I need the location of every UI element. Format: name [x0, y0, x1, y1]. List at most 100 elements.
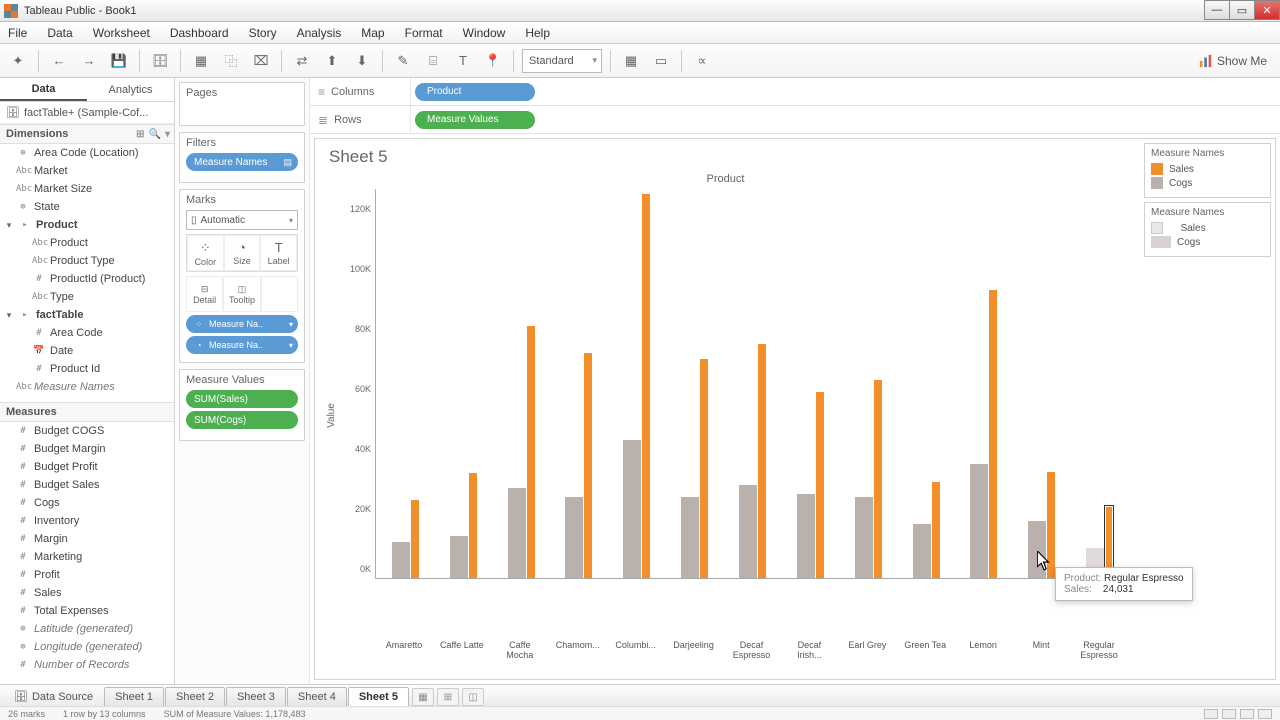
menu-dashboard[interactable]: Dashboard: [166, 24, 233, 42]
bar-sales-4[interactable]: [642, 194, 650, 578]
sheet-title[interactable]: Sheet 5: [323, 147, 1128, 167]
menu-format[interactable]: Format: [401, 24, 447, 42]
cards-button[interactable]: ▦: [619, 49, 643, 73]
view-nav-2[interactable]: [1222, 709, 1236, 719]
size-legend[interactable]: Measure Names Sales Cogs: [1144, 202, 1271, 257]
close-button[interactable]: ✕: [1254, 0, 1280, 20]
tab-analytics[interactable]: Analytics: [87, 78, 174, 101]
mv-pill-cogs[interactable]: SUM(Cogs): [186, 411, 298, 429]
datasource-row[interactable]: 🗄 factTable+ (Sample-Cof...: [0, 102, 174, 124]
color-legend[interactable]: Measure Names Sales Cogs: [1144, 143, 1271, 198]
pages-card[interactable]: Pages: [179, 82, 305, 126]
sort-asc-button[interactable]: ⬆: [320, 49, 344, 73]
bar-cogs-6[interactable]: [739, 485, 757, 578]
bar-sales-11[interactable]: [1047, 472, 1055, 579]
bar-cogs-3[interactable]: [565, 497, 583, 578]
presentation-button[interactable]: ▭: [649, 49, 673, 73]
menu-worksheet[interactable]: Worksheet: [89, 24, 154, 42]
field-market-size[interactable]: AbcMarket Size: [0, 180, 174, 198]
mark-pill-color[interactable]: ⁘Measure Na..▾: [186, 315, 298, 333]
tab-data[interactable]: Data: [0, 78, 87, 101]
menu-file[interactable]: File: [4, 24, 31, 42]
bar-sales-5[interactable]: [700, 359, 708, 578]
bar-sales-6[interactable]: [758, 344, 766, 578]
measure-margin[interactable]: #Margin: [0, 530, 174, 548]
text-button[interactable]: T: [451, 49, 475, 73]
bar-sales-3[interactable]: [584, 353, 592, 578]
measure-inventory[interactable]: #Inventory: [0, 512, 174, 530]
field-date[interactable]: 📅Date: [0, 342, 174, 360]
menu-window[interactable]: Window: [459, 24, 510, 42]
filter-pill-measure-names[interactable]: Measure Names▤: [186, 153, 298, 171]
field-measure-names[interactable]: AbcMeasure Names: [0, 378, 174, 396]
filters-card[interactable]: Filters Measure Names▤: [179, 132, 305, 183]
mark-color-button[interactable]: ⁘Color: [187, 235, 224, 271]
menu-data[interactable]: Data: [43, 24, 76, 42]
measure-total-expenses[interactable]: #Total Expenses: [0, 602, 174, 620]
tableau-icon[interactable]: ✦: [6, 49, 30, 73]
bar-cogs-0[interactable]: [392, 542, 410, 578]
field-productid-product-[interactable]: #ProductId (Product): [0, 270, 174, 288]
bar-sales-1[interactable]: [469, 473, 477, 578]
mark-detail-button[interactable]: ⊟Detail: [186, 276, 223, 312]
menu-analysis[interactable]: Analysis: [293, 24, 346, 42]
measure-marketing[interactable]: #Marketing: [0, 548, 174, 566]
field-product-type[interactable]: AbcProduct Type: [0, 252, 174, 270]
new-datasource-button[interactable]: 🗄: [148, 49, 172, 73]
field-product-id[interactable]: #Product Id: [0, 360, 174, 378]
menu-help[interactable]: Help: [521, 24, 554, 42]
field-facttable[interactable]: ▾▸factTable: [0, 306, 174, 324]
share-button[interactable]: ∝: [690, 49, 714, 73]
tab-sheet-5[interactable]: Sheet 5: [348, 687, 409, 706]
columns-shelf[interactable]: ≡Columns Product: [310, 78, 1280, 106]
mark-size-button[interactable]: ◔Size: [224, 235, 261, 271]
pin-button[interactable]: 📍: [481, 49, 505, 73]
new-worksheet-button[interactable]: ▦: [189, 49, 213, 73]
bar-cogs-11[interactable]: [1028, 521, 1046, 578]
field-market[interactable]: AbcMarket: [0, 162, 174, 180]
bar-sales-2[interactable]: [527, 326, 535, 578]
field-type[interactable]: AbcType: [0, 288, 174, 306]
search-icon[interactable]: 🔍: [149, 129, 161, 140]
bar-sales-9[interactable]: [932, 482, 940, 578]
bar-cogs-9[interactable]: [913, 524, 931, 578]
view-icon[interactable]: ⊞: [136, 129, 144, 140]
mark-label-button[interactable]: TLabel: [260, 235, 297, 271]
bar-sales-10[interactable]: [989, 290, 997, 578]
bar-sales-0[interactable]: [411, 500, 419, 578]
measure-sales[interactable]: #Sales: [0, 584, 174, 602]
chart-plot[interactable]: [375, 189, 1128, 579]
measure-budget-cogs[interactable]: #Budget COGS: [0, 422, 174, 440]
bar-sales-7[interactable]: [816, 392, 824, 578]
bar-cogs-4[interactable]: [623, 440, 641, 578]
field-area-code-location-[interactable]: ⊕Area Code (Location): [0, 144, 174, 162]
field-area-code[interactable]: #Area Code: [0, 324, 174, 342]
field-state[interactable]: ⊕State: [0, 198, 174, 216]
fit-dropdown[interactable]: Standard: [522, 49, 602, 73]
bar-cogs-2[interactable]: [508, 488, 526, 578]
measure-budget-margin[interactable]: #Budget Margin: [0, 440, 174, 458]
mark-tooltip-button[interactable]: ◫Tooltip: [223, 276, 260, 312]
tab-sheet-3[interactable]: Sheet 3: [226, 687, 286, 706]
measure-number-of-records[interactable]: #Number of Records: [0, 656, 174, 674]
measure-latitude-generated-[interactable]: ⊕Latitude (generated): [0, 620, 174, 638]
tab-sheet-1[interactable]: Sheet 1: [104, 687, 164, 706]
mark-type-dropdown[interactable]: ▯Automatic: [186, 210, 298, 230]
measure-budget-profit[interactable]: #Budget Profit: [0, 458, 174, 476]
menu-map[interactable]: Map: [357, 24, 388, 42]
bar-sales-8[interactable]: [874, 380, 882, 578]
new-worksheet-tab-button[interactable]: ▦: [412, 688, 434, 706]
field-product[interactable]: ▾▸Product: [0, 216, 174, 234]
sort-desc-button[interactable]: ⬇: [350, 49, 374, 73]
highlight-button[interactable]: ✎: [391, 49, 415, 73]
menu-story[interactable]: Story: [245, 24, 281, 42]
view-nav-1[interactable]: [1204, 709, 1218, 719]
mv-pill-sales[interactable]: SUM(Sales): [186, 390, 298, 408]
bar-cogs-8[interactable]: [855, 497, 873, 578]
tab-sheet-2[interactable]: Sheet 2: [165, 687, 225, 706]
tab-data-source[interactable]: 🗄Data Source: [4, 687, 103, 706]
swap-button[interactable]: ⇄: [290, 49, 314, 73]
new-story-tab-button[interactable]: ◫: [462, 688, 484, 706]
minimize-button[interactable]: —: [1204, 0, 1230, 20]
save-button[interactable]: 💾: [107, 49, 131, 73]
